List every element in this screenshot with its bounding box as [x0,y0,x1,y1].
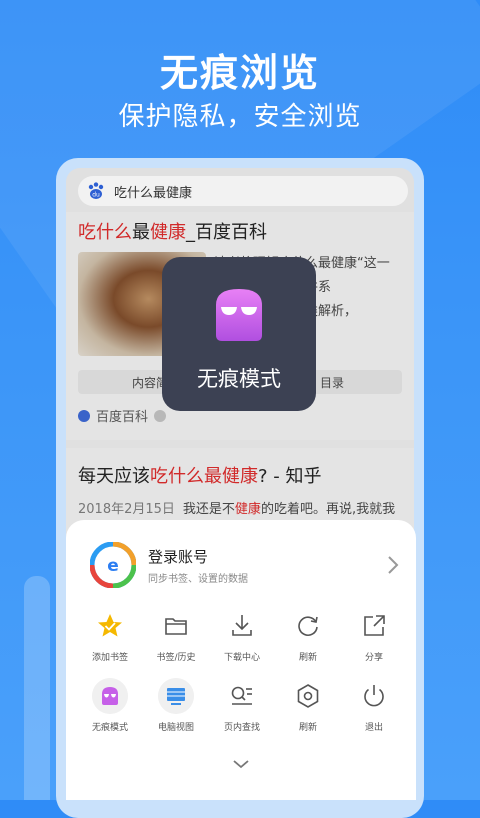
desktop-view-icon [158,678,194,714]
baike-logo-icon [78,409,90,422]
folder-icon [165,618,187,635]
promo-subline: 保护隐私，安全浏览 [118,102,362,132]
find-in-page-icon [231,686,252,705]
chevron-right-icon[interactable] [386,554,400,576]
menu-downloads[interactable]: 下载中心 [210,608,274,663]
share-icon [364,615,385,636]
menu-incognito[interactable]: 无痕模式 [78,678,142,733]
menu-refresh[interactable]: 刷新 [276,608,340,663]
tab-contents[interactable]: 目录 [320,374,344,391]
result-snippet: 2018年2月15日 我还是不健康的吃着吧。再说,我就我 [78,502,396,517]
result-source: 百度百科 [78,406,167,425]
toast-label: 无痕模式 [197,367,281,391]
baidu-paw-icon: du [88,182,104,199]
star-icon [98,614,122,637]
account-desc: 同步书签、设置的数据 [148,574,248,585]
account-login-row[interactable]: e 登录账号 同步书签、设置的数据 [90,540,400,592]
menu-add-bookmark[interactable]: 添加书签 [78,608,142,663]
menu-row-primary: 添加书签 书签/历史 下载中心 刷新 分享 [78,608,406,663]
result-title[interactable]: 吃什么最健康_百度百科 [78,218,267,244]
download-icon [232,615,252,636]
menu-share[interactable]: 分享 [342,608,406,663]
chevron-down-icon[interactable] [231,758,251,770]
incognito-icon [92,678,128,714]
settings-hex-icon [297,684,319,708]
menu-find-in-page[interactable]: 页内查找 [210,678,274,733]
search-bar[interactable]: du 吃什么最健康 [78,176,408,206]
browser-menu-sheet: e 登录账号 同步书签、设置的数据 添加书签 书签/历史 下载中心 刷新 分享 … [66,520,416,800]
menu-exit[interactable]: 退出 [342,678,406,733]
incognito-mask-icon [216,289,262,341]
svg-text:e: e [107,556,119,576]
account-name: 登录账号 [148,548,209,566]
promo-headline: 无痕浏览 [159,51,320,95]
menu-bookmarks-history[interactable]: 书签/历史 [144,608,208,663]
menu-settings[interactable]: 刷新 [276,678,340,733]
power-icon [364,685,384,707]
result-title[interactable]: 每天应该吃什么最健康? - 知乎 [78,462,322,488]
menu-desktop-view[interactable]: 电脑视图 [144,678,208,733]
refresh-icon [298,616,318,636]
menu-row-secondary: 无痕模式 电脑视图 页内查找 刷新 退出 [78,678,406,733]
browser-logo-icon: e [90,542,136,588]
search-query: 吃什么最健康 [114,185,193,201]
incognito-toast: 无痕模式 [162,257,316,411]
svg-text:du: du [92,192,100,199]
verified-icon [154,409,167,422]
